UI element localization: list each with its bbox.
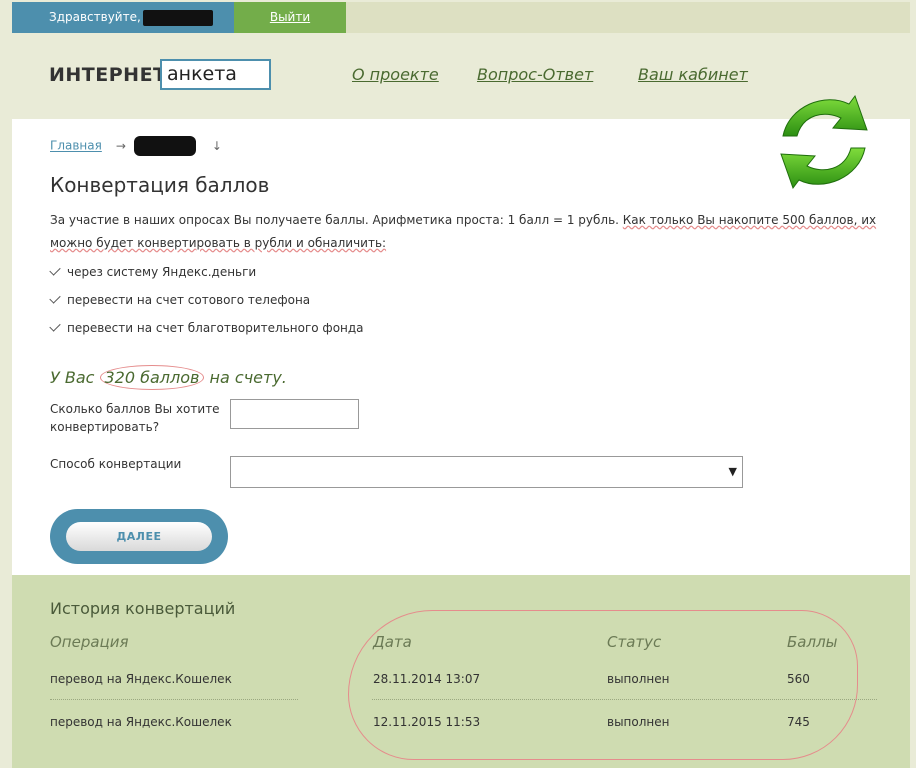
check-icon — [49, 264, 61, 276]
list-item: перевести на счет благотворительного фон… — [49, 317, 364, 345]
nav-cabinet[interactable]: Ваш кабинет — [638, 65, 748, 84]
method-label: Способ конвертации — [50, 457, 182, 471]
row-divider — [372, 699, 877, 700]
logo-box[interactable]: анкета — [160, 59, 271, 90]
row-divider — [50, 699, 298, 700]
nav-about[interactable]: О проекте — [352, 65, 439, 84]
nav-faq[interactable]: Вопрос-Ответ — [477, 65, 593, 84]
row2-operation: перевод на Яндекс.Кошелек — [50, 715, 232, 729]
intro-text: За участие в наших опросах Вы получаете … — [50, 209, 880, 255]
chevron-down-icon: ▼ — [728, 465, 737, 478]
page-title: Конвертация баллов — [50, 173, 270, 197]
breadcrumb-home[interactable]: Главная — [50, 139, 102, 153]
greeting-text: Здравствуйте, — [49, 10, 141, 24]
balance-value: 320 баллов — [99, 365, 205, 390]
top-bar: Здравствуйте, Выйти — [12, 2, 910, 33]
option-label: перевести на счет благотворительного фон… — [67, 321, 364, 335]
column-status: Статус — [607, 633, 662, 651]
list-item: через систему Яндекс.деньги — [49, 261, 364, 289]
row1-date: 28.11.2014 13:07 — [373, 672, 481, 686]
balance-line: У Вас 320 баллов на счету. — [50, 365, 287, 390]
column-points: Баллы — [787, 633, 838, 651]
row2-date: 12.11.2015 11:53 — [373, 715, 481, 729]
option-label: через систему Яндекс.деньги — [67, 265, 257, 279]
option-label: перевести на счет сотового телефона — [67, 293, 311, 307]
row1-points: 560 — [787, 672, 810, 686]
breadcrumb-arrow: → — [115, 138, 126, 153]
redacted-username — [142, 9, 213, 26]
refresh-arrows-icon[interactable] — [775, 92, 873, 192]
logout-link[interactable]: Выйти — [234, 2, 346, 33]
column-date: Дата — [373, 633, 412, 651]
row2-status: выполнен — [607, 715, 670, 729]
row1-status: выполнен — [607, 672, 670, 686]
column-operation: Операция — [50, 633, 129, 651]
row2-points: 745 — [787, 715, 810, 729]
balance-prefix: У Вас — [50, 368, 100, 387]
amount-input[interactable] — [230, 399, 359, 429]
row1-operation: перевод на Яндекс.Кошелек — [50, 672, 232, 686]
history-section: История конвертаций Операция Дата Статус… — [12, 575, 910, 768]
list-item: перевести на счет сотового телефона — [49, 289, 364, 317]
submit-button-frame: ДАЛЕЕ — [50, 509, 228, 564]
breadcrumb-down-arrow: ↓ — [211, 138, 222, 153]
method-select[interactable]: ▼ — [230, 456, 743, 488]
greeting: Здравствуйте, — [12, 2, 234, 33]
check-icon — [49, 292, 61, 304]
balance-suffix: на счету. — [204, 368, 287, 387]
redacted-breadcrumb — [133, 136, 196, 156]
logo-word[interactable]: ИНТЕРНЕТ — [49, 64, 167, 86]
intro-plain: За участие в наших опросах Вы получаете … — [50, 213, 623, 227]
check-icon — [49, 320, 61, 332]
amount-label: Сколько баллов Вы хотите конвертировать? — [50, 402, 220, 434]
options-list: через систему Яндекс.деньги перевести на… — [49, 261, 364, 345]
next-button[interactable]: ДАЛЕЕ — [66, 522, 212, 551]
history-title: История конвертаций — [50, 599, 236, 618]
breadcrumb: Главная → ↓ — [50, 136, 222, 156]
